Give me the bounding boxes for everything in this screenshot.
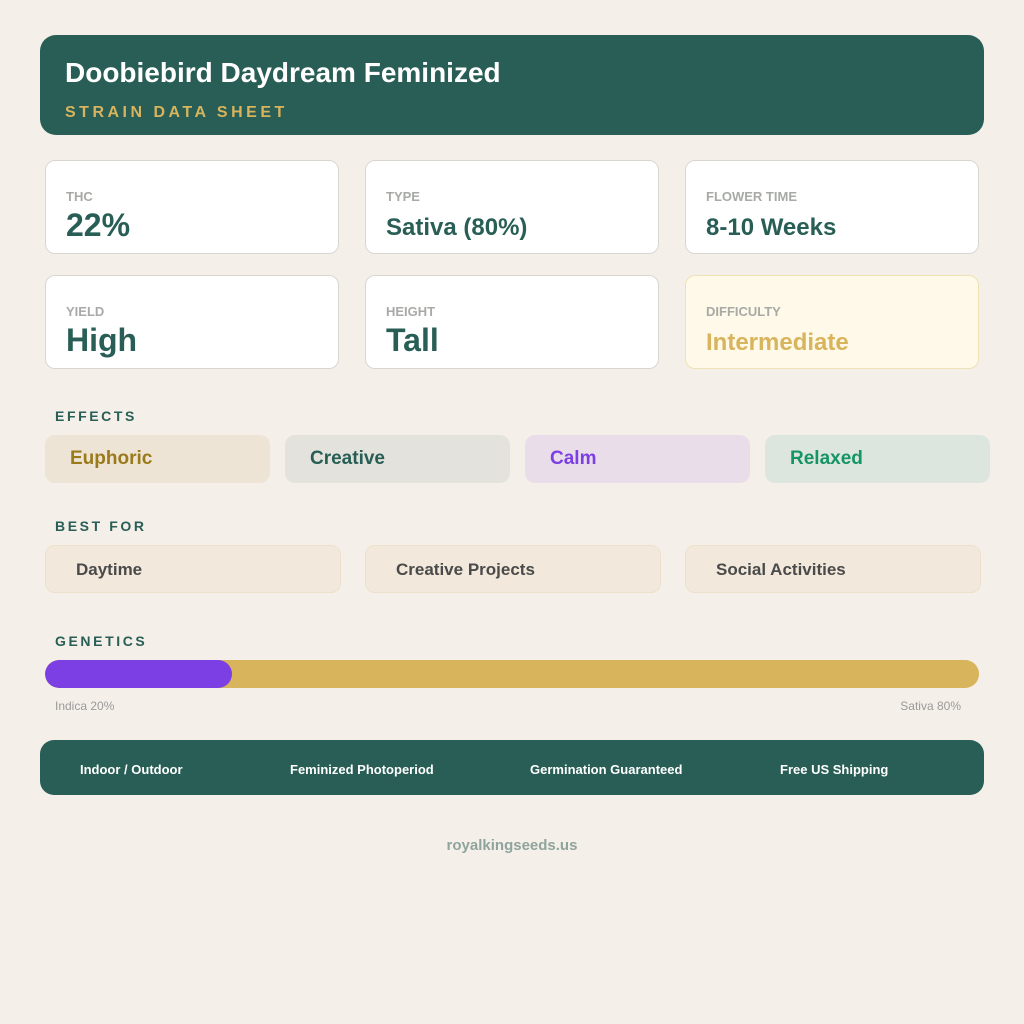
best-for-label: Daytime bbox=[76, 560, 143, 579]
header-banner: Doobiebird Daydream Feminized STRAIN DAT… bbox=[40, 35, 984, 135]
feature-germination-guaranteed: Germination Guaranteed bbox=[530, 762, 683, 777]
page-subtitle: STRAIN DATA SHEET bbox=[65, 104, 288, 121]
effect-label: Calm bbox=[550, 448, 597, 469]
best-for-item-daytime: Daytime bbox=[45, 545, 341, 593]
features-footer: Indoor / Outdoor Feminized Photoperiod G… bbox=[40, 740, 984, 795]
sativa-segment bbox=[231, 660, 979, 688]
stat-label: TYPE bbox=[386, 189, 420, 204]
sativa-label: Sativa 80% bbox=[900, 699, 961, 713]
stat-card-height: HEIGHT Tall bbox=[365, 275, 659, 369]
stat-label: DIFFICULTY bbox=[706, 304, 781, 319]
best-for-item-creative-projects: Creative Projects bbox=[365, 545, 661, 593]
page-title: Doobiebird Daydream Feminized bbox=[65, 57, 501, 88]
genetics-heading: GENETICS bbox=[55, 633, 148, 649]
effect-label: Relaxed bbox=[790, 448, 863, 469]
effects-heading: EFFECTS bbox=[55, 408, 137, 424]
stat-card-flower-time: FLOWER TIME 8-10 Weeks bbox=[685, 160, 979, 254]
best-for-item-social-activities: Social Activities bbox=[685, 545, 981, 593]
best-for-label: Creative Projects bbox=[396, 560, 535, 579]
website-url: royalkingseeds.us bbox=[446, 837, 578, 854]
effect-chip-euphoric: Euphoric bbox=[45, 435, 270, 483]
best-for-label: Social Activities bbox=[716, 560, 846, 579]
effect-chip-relaxed: Relaxed bbox=[765, 435, 990, 483]
stat-label: HEIGHT bbox=[386, 304, 436, 319]
best-for-heading: BEST FOR bbox=[55, 518, 147, 534]
stat-value: High bbox=[66, 322, 138, 358]
stat-card-type: TYPE Sativa (80%) bbox=[365, 160, 659, 254]
feature-free-us-shipping: Free US Shipping bbox=[780, 762, 889, 777]
stat-label: THC bbox=[66, 189, 93, 204]
effect-label: Euphoric bbox=[70, 448, 153, 469]
effect-label: Creative bbox=[310, 448, 385, 469]
feature-feminized-photoperiod: Feminized Photoperiod bbox=[290, 762, 434, 777]
stat-card-yield: YIELD High bbox=[45, 275, 339, 369]
stat-card-difficulty: DIFFICULTY Intermediate bbox=[685, 275, 979, 369]
stat-label: FLOWER TIME bbox=[706, 189, 797, 204]
stat-value: 22% bbox=[66, 207, 131, 243]
effect-chip-calm: Calm bbox=[525, 435, 750, 483]
genetics-bar bbox=[45, 660, 979, 688]
stat-value: Intermediate bbox=[706, 329, 849, 356]
indica-segment bbox=[45, 660, 232, 688]
indica-label: Indica 20% bbox=[55, 699, 115, 713]
stat-label: YIELD bbox=[66, 304, 105, 319]
stat-value: 8-10 Weeks bbox=[706, 214, 837, 241]
stat-value: Sativa (80%) bbox=[386, 214, 528, 241]
effect-chip-creative: Creative bbox=[285, 435, 510, 483]
stat-value: Tall bbox=[386, 322, 439, 358]
stat-card-thc: THC 22% bbox=[45, 160, 339, 254]
feature-indoor-outdoor: Indoor / Outdoor bbox=[80, 762, 183, 777]
